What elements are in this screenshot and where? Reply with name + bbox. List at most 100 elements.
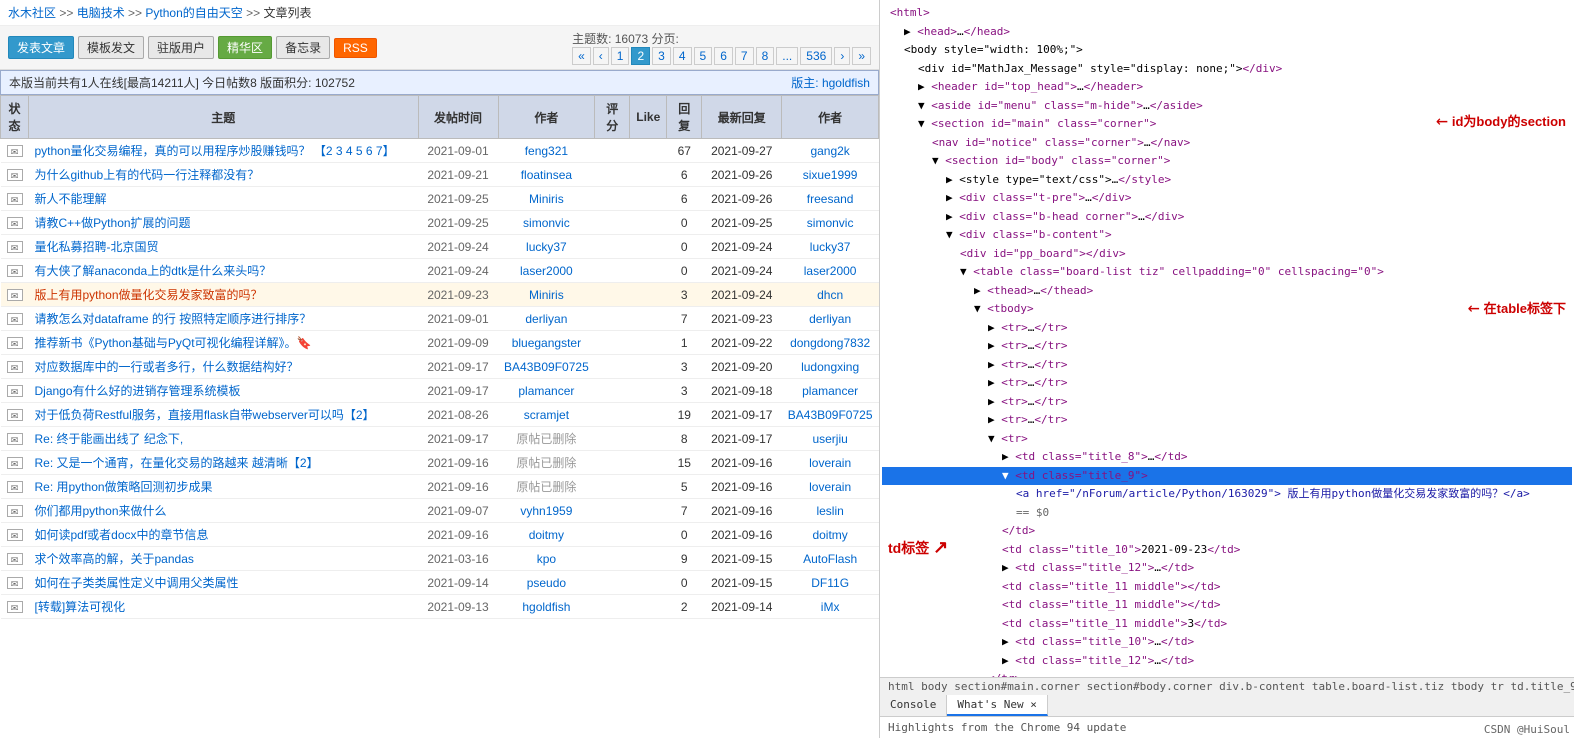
post-title-link[interactable]: 新人不能理解: [35, 192, 107, 206]
post-author-link[interactable]: 原帖已删除: [516, 432, 576, 446]
devtools-code-area[interactable]: <html>▶ <head>…</head><body style="width…: [880, 0, 1574, 677]
tree-node[interactable]: ▼ <tr>: [882, 430, 1572, 449]
post-author-link[interactable]: scramjet: [524, 408, 569, 422]
post-last-author-link[interactable]: sixue1999: [803, 168, 858, 182]
tree-node[interactable]: ▶ <tr>…</tr>: [882, 356, 1572, 375]
post-author-link[interactable]: pseudo: [527, 576, 566, 590]
post-last-author-link[interactable]: iMx: [821, 600, 840, 614]
tree-node[interactable]: ▶ <header id="top_head">…</header>: [882, 78, 1572, 97]
tab-whats-new[interactable]: What's New ×: [947, 695, 1047, 716]
post-author-link[interactable]: 原帖已删除: [516, 456, 576, 470]
post-title-link[interactable]: 如何在子类类属性定义中调用父类属性: [35, 576, 239, 590]
tree-node[interactable]: </td>: [882, 522, 1572, 541]
post-author-link[interactable]: floatinsea: [521, 168, 572, 182]
template-post-button[interactable]: 模板发文: [78, 36, 144, 59]
post-article-button[interactable]: 发表文章: [8, 36, 74, 59]
tab-console[interactable]: Console: [880, 695, 947, 716]
post-title-link[interactable]: 有大侠了解anaconda上的dtk是什么来头吗？: [35, 264, 272, 278]
tree-node[interactable]: ▶ <div class="b-head corner">…</div>: [882, 208, 1572, 227]
tree-node[interactable]: <div id="pp_board"></div>: [882, 245, 1572, 264]
page-7[interactable]: 7: [735, 47, 754, 65]
tree-node[interactable]: ▶ <tr>…</tr>: [882, 411, 1572, 430]
memo-button[interactable]: 备忘录: [276, 36, 330, 59]
tree-node[interactable]: <td class="title_11 middle">3</td>: [882, 615, 1572, 634]
post-title-link[interactable]: 对应数据库中的一行或者多行，什么数据结构好？: [35, 360, 299, 374]
post-last-author-link[interactable]: simonvic: [807, 216, 854, 230]
tree-node[interactable]: ▶ <tr>…</tr>: [882, 374, 1572, 393]
tree-node[interactable]: ▶ <head>…</head>: [882, 23, 1572, 42]
post-last-author-link[interactable]: loverain: [809, 480, 851, 494]
post-title-link[interactable]: 版上有用python做量化交易发家致富的吗？: [35, 288, 263, 302]
tree-node[interactable]: <a href="/nForum/article/Python/163029">…: [882, 485, 1572, 504]
tree-node[interactable]: <body style="width: 100%;">: [882, 41, 1572, 60]
post-title-link[interactable]: 量化私募招聘-北京国贸: [35, 240, 159, 254]
post-last-author-link[interactable]: dongdong7832: [790, 336, 870, 350]
page-1[interactable]: 1: [611, 47, 630, 65]
tree-node[interactable]: ▼ <div class="b-content">: [882, 226, 1572, 245]
page-last-num[interactable]: 536: [800, 47, 832, 65]
post-author-link[interactable]: kpo: [537, 552, 556, 566]
resident-user-button[interactable]: 驻版用户: [148, 36, 214, 59]
post-author-link[interactable]: BA43B09F0725: [504, 360, 589, 374]
post-last-author-link[interactable]: dhcn: [817, 288, 843, 302]
post-last-author-link[interactable]: userjiu: [812, 432, 847, 446]
post-last-author-link[interactable]: lucky37: [810, 240, 851, 254]
post-last-author-link[interactable]: ludongxing: [801, 360, 859, 374]
post-last-author-link[interactable]: laser2000: [804, 264, 857, 278]
post-last-author-link[interactable]: gang2k: [810, 144, 849, 158]
tree-node[interactable]: ▶ <td class="title_12">…</td>: [882, 652, 1572, 671]
tree-node[interactable]: <td class="title_11 middle"></td>: [882, 578, 1572, 597]
post-title-link[interactable]: 请教C++做Python扩展的问题: [35, 216, 191, 230]
post-last-author-link[interactable]: DF11G: [811, 576, 849, 590]
post-last-author-link[interactable]: derliyan: [809, 312, 851, 326]
post-title-link[interactable]: Re: 终于能画出线了 纪念下,: [35, 432, 184, 446]
post-author-link[interactable]: doitmy: [529, 528, 564, 542]
post-title-link[interactable]: 如何读pdf或者docx中的章节信息: [35, 528, 209, 542]
rss-button[interactable]: RSS: [334, 38, 377, 58]
post-author-link[interactable]: lucky37: [526, 240, 567, 254]
tree-node[interactable]: ▶ <tr>…</tr>: [882, 393, 1572, 412]
page-4[interactable]: 4: [673, 47, 692, 65]
post-title-link[interactable]: 求个效率高的解，关于pandas: [35, 552, 194, 566]
tree-node[interactable]: == $0: [882, 504, 1572, 523]
post-title-link[interactable]: Re: 用python做策略回测初步成果: [35, 480, 213, 494]
tree-node[interactable]: <div id="MathJax_Message" style="display…: [882, 60, 1572, 79]
page-prev[interactable]: ‹: [593, 47, 609, 65]
post-last-author-link[interactable]: loverain: [809, 456, 851, 470]
breadcrumb-home[interactable]: 水木社区: [8, 6, 56, 20]
post-author-link[interactable]: laser2000: [520, 264, 573, 278]
tree-node[interactable]: <html>: [882, 4, 1572, 23]
tree-node[interactable]: ▼ <section id="body" class="corner">: [882, 152, 1572, 171]
post-last-author-link[interactable]: BA43B09F0725: [788, 408, 873, 422]
tree-node[interactable]: ▶ <tr>…</tr>: [882, 319, 1572, 338]
post-last-author-link[interactable]: freesand: [807, 192, 854, 206]
breadcrumb-section[interactable]: Python的自由天空: [145, 6, 242, 20]
post-author-link[interactable]: plamancer: [518, 384, 574, 398]
post-last-author-link[interactable]: doitmy: [812, 528, 847, 542]
post-author-link[interactable]: 原帖已删除: [516, 480, 576, 494]
page-5[interactable]: 5: [694, 47, 713, 65]
tree-node[interactable]: ▼ <table class="board-list tiz" cellpadd…: [882, 263, 1572, 282]
post-title-link[interactable]: Django有什么好的进销存管理系统模板: [35, 384, 241, 398]
post-last-author-link[interactable]: leslin: [816, 504, 843, 518]
page-6[interactable]: 6: [714, 47, 733, 65]
tree-node[interactable]: ▼ <td class="title_9">: [882, 467, 1572, 486]
tree-node[interactable]: ▶ <style type="text/css">…</style>: [882, 171, 1572, 190]
tree-node[interactable]: ▶ <td class="title_12">…</td>: [882, 559, 1572, 578]
page-8[interactable]: 8: [756, 47, 775, 65]
post-title-link[interactable]: python量化交易编程，真的可以用程序炒股赚钱吗？ 【2 3 4 5 6 7】: [35, 144, 395, 158]
page-2[interactable]: 2: [631, 47, 650, 65]
post-title-link[interactable]: 你们都用python来做什么: [35, 504, 167, 518]
post-title-link[interactable]: Re: 又是一个通宵，在量化交易的路越来 越清晰【2】: [35, 456, 319, 470]
post-title-link[interactable]: [转载]算法可视化: [35, 600, 126, 614]
post-title-link[interactable]: 请教怎么对dataframe 的行 按照特定顺序进行排序？: [35, 312, 312, 326]
tree-node[interactable]: <td class="title_10">2021-09-23</td>: [882, 541, 1572, 560]
tree-node[interactable]: <td class="title_11 middle"></td>: [882, 596, 1572, 615]
tree-node[interactable]: <nav id="notice" class="corner">…</nav>: [882, 134, 1572, 153]
featured-button[interactable]: 精华区: [218, 36, 272, 59]
post-title-link[interactable]: 推荐新书《Python基础与PyQt可视化编程详解》。🔖: [35, 336, 312, 350]
page-next[interactable]: ›: [834, 47, 850, 65]
tree-node[interactable]: ▶ <div class="t-pre">…</div>: [882, 189, 1572, 208]
post-author-link[interactable]: feng321: [525, 144, 568, 158]
post-author-link[interactable]: Miniris: [529, 288, 564, 302]
